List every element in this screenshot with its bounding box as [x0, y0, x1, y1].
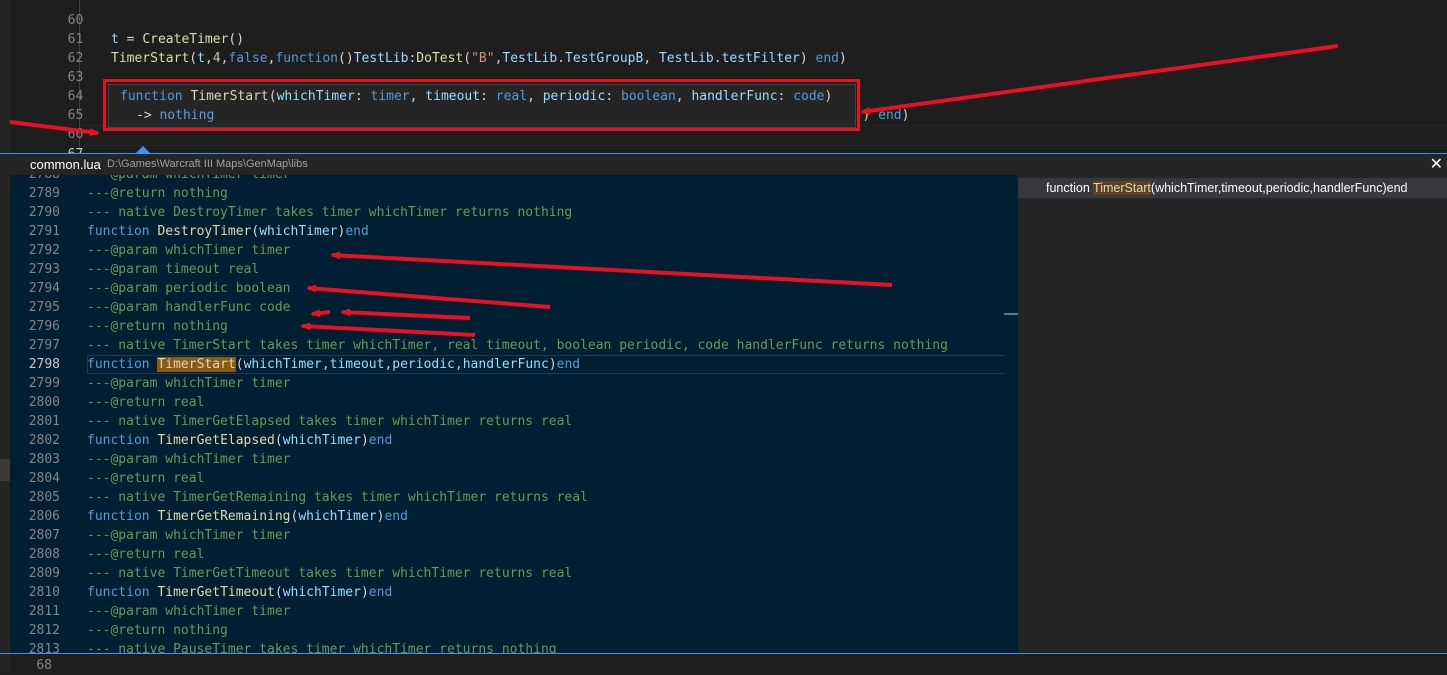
code-line[interactable]: 65: [0, 87, 84, 123]
code-text[interactable]: --- native PauseTimer takes timer whichT…: [87, 640, 557, 653]
code-text[interactable]: ---@return nothing: [87, 317, 228, 336]
code-line[interactable]: 66: [0, 106, 84, 142]
line-number: 61: [67, 32, 84, 47]
peek-bottom-border: [0, 653, 1447, 654]
line-number: 2788: [10, 175, 60, 184]
code-text[interactable]: ---@return real: [87, 393, 204, 412]
code-text[interactable]: function TimerGetRemaining(whichTimer)en…: [87, 507, 408, 526]
code-text[interactable]: --- native TimerStart takes timer whichT…: [87, 336, 948, 355]
line-number: 2809: [28, 566, 60, 581]
code-text[interactable]: ---@param whichTimer timer: [87, 241, 291, 260]
peek-file-name[interactable]: common.lua: [30, 157, 101, 172]
line-number: 2806: [28, 509, 60, 524]
annotation-arrow: [860, 44, 1339, 115]
peek-scrollbar[interactable]: [1005, 175, 1017, 653]
line-number: 66: [67, 127, 84, 142]
line-number: 2789: [28, 186, 60, 201]
line-number: 62: [67, 51, 84, 66]
line-number: 2805: [28, 490, 60, 505]
peek-code-view[interactable]: 2788 ---@param whichTimer timer 2789 ---@re…: [10, 175, 1018, 653]
code-line[interactable]: 61 TimerStart(t,4,false,function()TestLi…: [0, 11, 847, 66]
line-number: 68: [36, 658, 52, 673]
line-number: 2807: [28, 528, 60, 543]
line-number: 2813: [28, 642, 60, 653]
hover-return: -> nothing: [136, 108, 215, 123]
close-icon[interactable]: ✕: [1430, 154, 1443, 174]
line-number: 2795: [28, 300, 60, 315]
code-text[interactable]: function DestroyTimer(whichTimer)end: [87, 222, 369, 241]
line-number: 2794: [28, 281, 60, 296]
code-text[interactable]: --- native TimerGetRemaining takes timer…: [87, 488, 588, 507]
code-text[interactable]: function TimerStart(whichTimer,timeout,p…: [87, 355, 580, 374]
code-text[interactable]: ---@param timeout real: [87, 260, 259, 279]
line-number: 2808: [28, 547, 60, 562]
code-text[interactable]: ---@param whichTimer timer: [87, 602, 291, 621]
code-text[interactable]: ---@param whichTimer timer: [87, 450, 291, 469]
code-line[interactable]: 62: [0, 30, 84, 66]
hover-tooltip: function TimerStart(whichTimer: timer, t…: [108, 84, 856, 128]
line-number: 63: [67, 70, 84, 85]
code-text[interactable]: ---@param whichTimer timer: [87, 175, 291, 184]
code-text[interactable]: ---@return nothing: [87, 621, 228, 640]
code-text[interactable]: --- native DestroyTimer takes timer whic…: [87, 203, 572, 222]
line-number: 2797: [28, 338, 60, 353]
code-text[interactable]: function TimerGetElapsed(whichTimer)end: [87, 431, 392, 450]
peek-references-panel[interactable]: function TimerStart(whichTimer,timeout,p…: [1018, 175, 1447, 653]
line-number: 2796: [28, 319, 60, 334]
line-number: 64: [67, 89, 84, 104]
gutter-marker: [0, 459, 10, 481]
line-number: 2790: [28, 205, 60, 220]
code-line[interactable]: 63 t = CreateTimer(): [0, 49, 244, 104]
code-text[interactable]: t = CreateTimer(): [111, 30, 244, 49]
code-line-active[interactable]: 67 TimerStart(t,12,false,function()TestL…: [0, 126, 855, 181]
line-number: 2800: [28, 395, 60, 410]
current-line-highlight: [82, 125, 1447, 146]
scrollbar-position-marker: [1004, 313, 1018, 315]
reference-item[interactable]: function TimerStart(whichTimer,timeout,p…: [1018, 178, 1447, 198]
code-text[interactable]: --- native TimerGetElapsed takes timer w…: [87, 412, 572, 431]
line-number: 2803: [28, 452, 60, 467]
line-number: 2791: [28, 224, 60, 239]
line-number: 2802: [28, 433, 60, 448]
line-number: 2792: [28, 243, 60, 258]
line-number: 2811: [28, 604, 60, 619]
line-number: 2801: [28, 414, 60, 429]
line-number: 2812: [28, 623, 60, 638]
hover-signature: function TimerStart(whichTimer: timer, t…: [120, 89, 833, 104]
line-number: 2793: [28, 262, 60, 277]
code-text[interactable]: ---@return real: [87, 545, 204, 564]
code-text[interactable]: --- native TimerGetTimeout takes timer w…: [87, 564, 572, 583]
peek-header: common.lua D:\Games\Warcraft III Maps\Ge…: [0, 153, 1447, 176]
line-number: 65: [67, 108, 84, 123]
code-text[interactable]: ---@param whichTimer timer: [87, 526, 291, 545]
code-text[interactable]: ---@return nothing: [87, 184, 228, 203]
code-line[interactable]: 64 TimerStart(t,8,false,function()TestLi…: [0, 68, 910, 123]
code-line[interactable]: 60 t = CreateTimer(): [0, 0, 244, 47]
code-text[interactable]: function TimerGetTimeout(whichTimer)end: [87, 583, 392, 602]
code-text[interactable]: ---@param whichTimer timer: [87, 374, 291, 393]
line-number: 2804: [28, 471, 60, 486]
line-number: 2810: [28, 585, 60, 600]
code-text[interactable]: ---@param handlerFunc code: [87, 298, 291, 317]
code-editor[interactable]: 60 t = CreateTimer() 61 TimerStart(t,4,f…: [0, 0, 1447, 673]
peek-file-path: D:\Games\Warcraft III Maps\GenMap\libs: [107, 158, 308, 170]
line-number: 60: [67, 13, 84, 28]
code-text[interactable]: TimerStart(t,4,false,function()TestLib:D…: [111, 49, 847, 68]
code-text[interactable]: ---@param periodic boolean: [87, 279, 291, 298]
line-number: 2798: [28, 357, 60, 372]
line-number: 2799: [28, 376, 60, 391]
peek-pointer: [136, 146, 150, 153]
code-text[interactable]: ---@return real: [87, 469, 204, 488]
